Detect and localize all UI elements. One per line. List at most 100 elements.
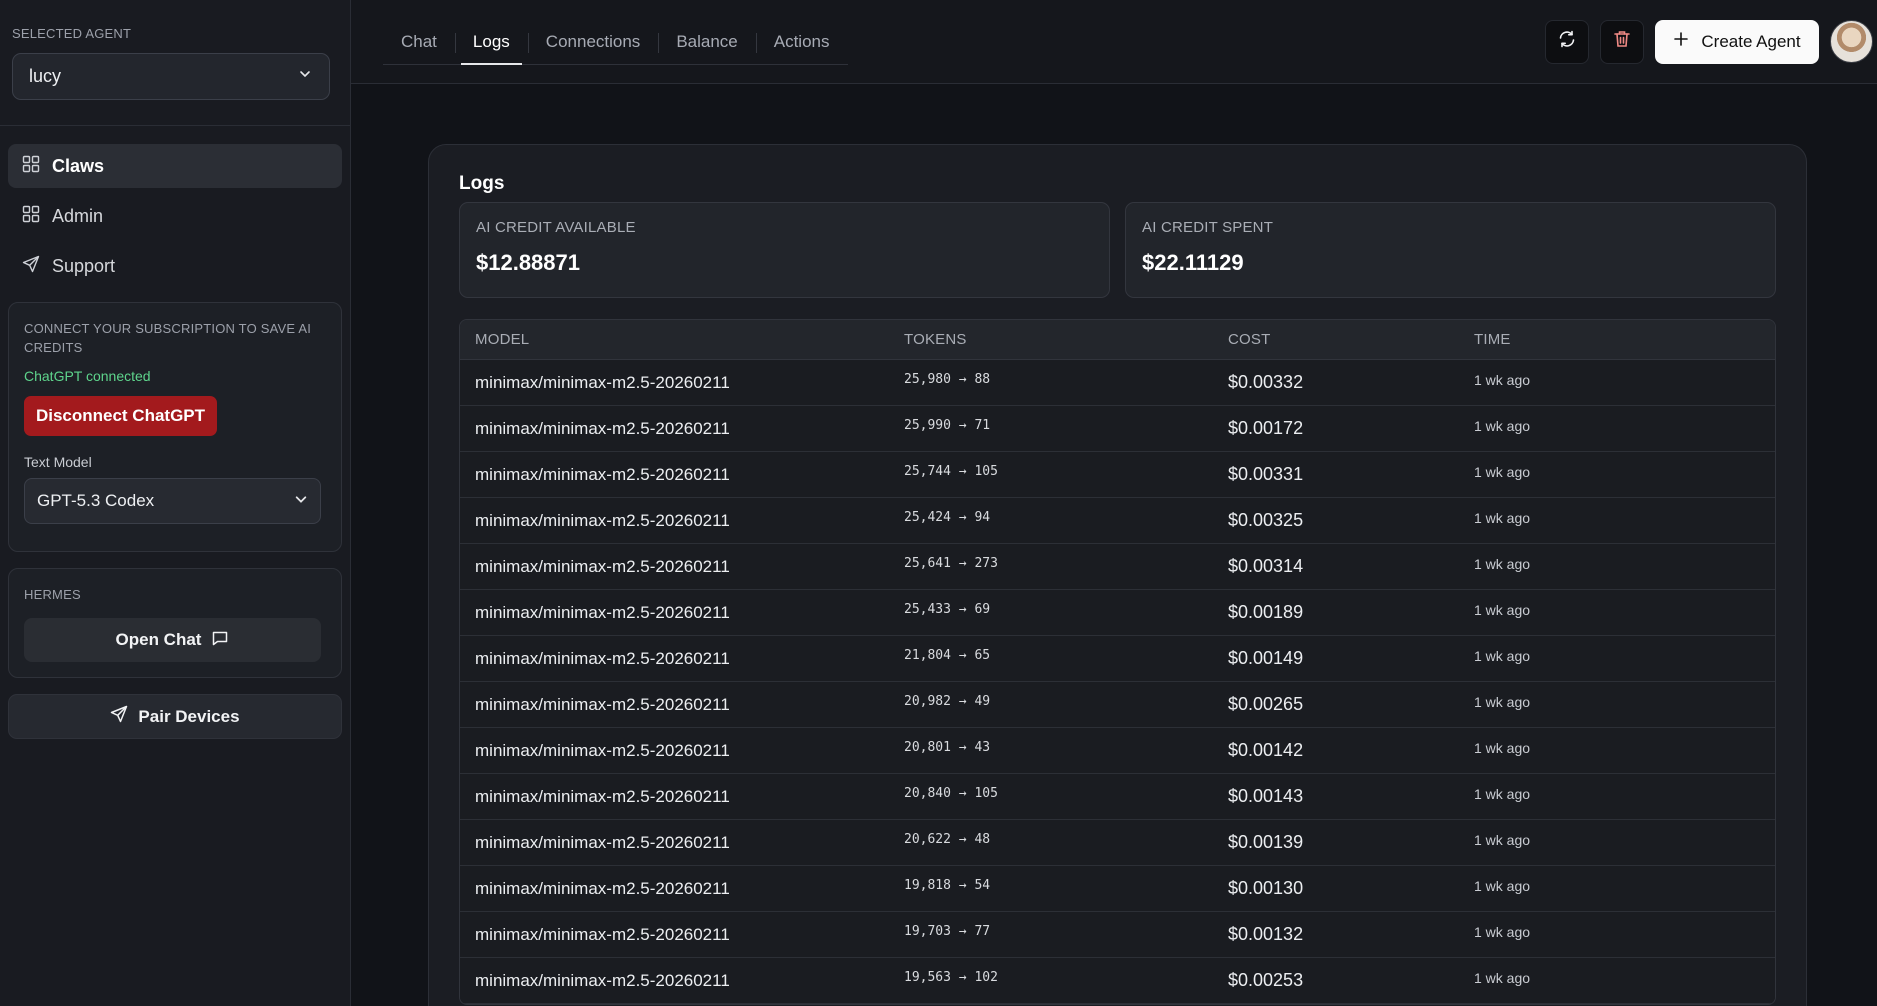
cost-cell: $0.00253 xyxy=(1228,970,1304,990)
column-header-time: TIME xyxy=(1474,331,1511,348)
table-header: MODEL TOKENS COST TIME xyxy=(460,320,1775,360)
top-bar: Chat Logs Connections Balance Actions Cr… xyxy=(351,0,1877,84)
time-cell: 1 wk ago xyxy=(1474,602,1531,618)
open-chat-button[interactable]: Open Chat xyxy=(24,618,321,662)
text-model-select[interactable]: GPT-5.3 Codex xyxy=(24,478,321,524)
tab-balance[interactable]: Balance xyxy=(658,21,755,64)
tokens-cell: 19,703 → 77 xyxy=(904,924,991,939)
cost-cell: $0.00332 xyxy=(1228,372,1304,392)
model-cell: minimax/minimax-m2.5-20260211 xyxy=(475,510,730,530)
credit-spent-label: AI CREDIT SPENT xyxy=(1142,219,1274,236)
table-row: minimax/minimax-m2.5-20260211 25,433 → 69… xyxy=(460,590,1775,636)
sidebar-item-support[interactable]: Support xyxy=(8,244,342,288)
cost-cell: $0.00142 xyxy=(1228,740,1304,760)
tab-logs[interactable]: Logs xyxy=(454,21,528,65)
time-cell: 1 wk ago xyxy=(1474,924,1531,940)
time-cell: 1 wk ago xyxy=(1474,556,1531,572)
selected-agent-label: SELECTED AGENT xyxy=(12,26,132,41)
tokens-cell: 20,801 → 43 xyxy=(904,740,991,755)
model-cell: minimax/minimax-m2.5-20260211 xyxy=(475,878,730,898)
delete-button[interactable] xyxy=(1600,19,1644,64)
column-header-cost: COST xyxy=(1228,331,1271,348)
hermes-title: HERMES xyxy=(24,587,81,602)
page-title: Logs xyxy=(459,173,505,194)
tokens-cell: 25,980 → 88 xyxy=(904,372,991,387)
time-cell: 1 wk ago xyxy=(1474,832,1531,848)
cost-cell: $0.00189 xyxy=(1228,602,1304,622)
model-cell: minimax/minimax-m2.5-20260211 xyxy=(475,694,730,714)
tab-actions[interactable]: Actions xyxy=(755,21,848,64)
time-cell: 1 wk ago xyxy=(1474,648,1531,664)
credit-spent-card: AI CREDIT SPENT $22.11129 xyxy=(1125,202,1776,298)
time-cell: 1 wk ago xyxy=(1474,970,1531,986)
sidebar: SELECTED AGENT lucy Claws Admin Support … xyxy=(0,0,351,1006)
table-row: minimax/minimax-m2.5-20260211 20,840 → 10… xyxy=(460,774,1775,820)
refresh-button[interactable] xyxy=(1545,19,1589,64)
time-cell: 1 wk ago xyxy=(1474,740,1531,756)
create-agent-button[interactable]: Create Agent xyxy=(1655,19,1819,64)
column-header-model: MODEL xyxy=(475,331,530,348)
table-row: minimax/minimax-m2.5-20260211 20,622 → 48… xyxy=(460,820,1775,866)
credit-available-value: $12.88871 xyxy=(476,250,580,275)
tokens-cell: 21,804 → 65 xyxy=(904,648,991,663)
model-cell: minimax/minimax-m2.5-20260211 xyxy=(475,602,730,622)
subscription-title: CONNECT YOUR SUBSCRIPTION TO SAVE AI CRE… xyxy=(24,321,312,355)
tokens-cell: 25,433 → 69 xyxy=(904,602,991,617)
table-row: minimax/minimax-m2.5-20260211 19,563 → 10… xyxy=(460,958,1775,1004)
credit-available-label: AI CREDIT AVAILABLE xyxy=(476,219,636,236)
tab-connections[interactable]: Connections xyxy=(527,21,659,64)
table-row: minimax/minimax-m2.5-20260211 25,641 → 27… xyxy=(460,544,1775,590)
cost-cell: $0.00325 xyxy=(1228,510,1304,530)
avatar[interactable] xyxy=(1830,20,1873,63)
logs-panel: Logs AI CREDIT AVAILABLE $12.88871 AI CR… xyxy=(428,144,1807,1006)
pair-devices-button[interactable]: Pair Devices xyxy=(8,694,342,739)
table-row: minimax/minimax-m2.5-20260211 19,703 → 77… xyxy=(460,912,1775,958)
tab-chat[interactable]: Chat xyxy=(383,21,455,64)
sidebar-item-label: Claws xyxy=(52,155,105,176)
table-row: minimax/minimax-m2.5-20260211 20,801 → 43… xyxy=(460,728,1775,774)
text-model-value: GPT-5.3 Codex xyxy=(37,491,155,510)
table-row: minimax/minimax-m2.5-20260211 21,804 → 65… xyxy=(460,636,1775,682)
disconnect-chatgpt-button[interactable]: Disconnect ChatGPT xyxy=(24,396,217,436)
model-cell: minimax/minimax-m2.5-20260211 xyxy=(475,740,730,760)
top-actions: Create Agent xyxy=(1545,19,1877,64)
tokens-cell: 25,641 → 273 xyxy=(904,556,998,571)
model-cell: minimax/minimax-m2.5-20260211 xyxy=(475,556,730,576)
chatgpt-status: ChatGPT connected xyxy=(24,368,151,384)
pair-devices-label: Pair Devices xyxy=(138,706,240,726)
text-model-label: Text Model xyxy=(24,454,92,470)
table-row: minimax/minimax-m2.5-20260211 19,818 → 54… xyxy=(460,866,1775,912)
time-cell: 1 wk ago xyxy=(1474,418,1531,434)
sidebar-item-label: Admin xyxy=(52,205,104,226)
table-row: minimax/minimax-m2.5-20260211 25,980 → 88… xyxy=(460,360,1775,406)
cost-cell: $0.00132 xyxy=(1228,924,1304,944)
model-cell: minimax/minimax-m2.5-20260211 xyxy=(475,924,730,944)
model-cell: minimax/minimax-m2.5-20260211 xyxy=(475,648,730,668)
credit-available-card: AI CREDIT AVAILABLE $12.88871 xyxy=(459,202,1110,298)
sidebar-item-claws[interactable]: Claws xyxy=(8,144,342,188)
model-cell: minimax/minimax-m2.5-20260211 xyxy=(475,970,730,990)
cost-cell: $0.00314 xyxy=(1228,556,1304,576)
cost-cell: $0.00143 xyxy=(1228,786,1304,806)
logs-table: MODEL TOKENS COST TIME minimax/minimax-m… xyxy=(459,319,1776,1005)
grid-icon xyxy=(22,155,40,178)
table-row: minimax/minimax-m2.5-20260211 20,982 → 49… xyxy=(460,682,1775,728)
sidebar-item-admin[interactable]: Admin xyxy=(8,194,342,238)
time-cell: 1 wk ago xyxy=(1474,786,1531,802)
table-body: minimax/minimax-m2.5-20260211 25,980 → 88… xyxy=(460,360,1775,1004)
trash-icon xyxy=(1612,29,1632,54)
cost-cell: $0.00130 xyxy=(1228,878,1304,898)
cost-cell: $0.00331 xyxy=(1228,464,1304,484)
cost-cell: $0.00265 xyxy=(1228,694,1304,714)
model-cell: minimax/minimax-m2.5-20260211 xyxy=(475,832,730,852)
tokens-cell: 19,563 → 102 xyxy=(904,970,998,985)
agent-select[interactable]: lucy xyxy=(12,53,330,100)
send-icon xyxy=(110,705,128,728)
model-cell: minimax/minimax-m2.5-20260211 xyxy=(475,418,730,438)
subscription-card: CONNECT YOUR SUBSCRIPTION TO SAVE AI CRE… xyxy=(8,302,342,552)
tokens-cell: 20,982 → 49 xyxy=(904,694,991,709)
send-icon xyxy=(22,255,40,278)
refresh-icon xyxy=(1557,29,1577,54)
time-cell: 1 wk ago xyxy=(1474,510,1531,526)
grid-icon xyxy=(22,205,40,228)
